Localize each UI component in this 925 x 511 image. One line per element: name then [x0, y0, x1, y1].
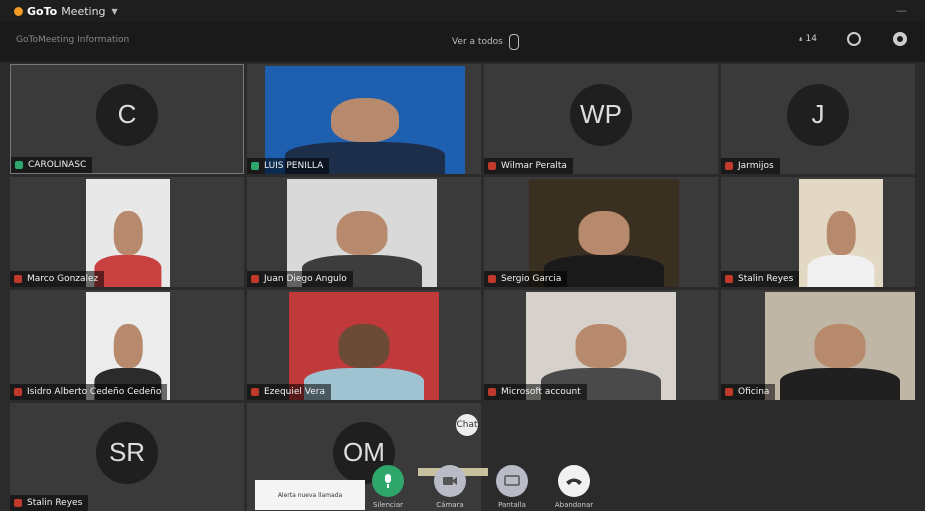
microphone-button[interactable]	[372, 465, 404, 497]
microphone-label: Silenciar	[372, 501, 404, 509]
participant-name: CAROLINASC	[28, 160, 87, 170]
microphone-muted-icon	[14, 388, 22, 396]
camera-button[interactable]	[434, 465, 466, 497]
chat-bubble[interactable]: Chat	[456, 414, 478, 436]
participant-tile[interactable]: Ezequiel Vera	[247, 290, 481, 400]
participant-tile[interactable]: J Jarmijos	[721, 64, 915, 174]
participant-name: Marco Gonzalez	[27, 274, 99, 284]
participant-avatar: C	[96, 83, 158, 146]
share-screen-button[interactable]	[496, 465, 528, 497]
microphone-icon	[251, 162, 259, 170]
participant-name: LUIS PENILLA	[264, 161, 324, 171]
participant-name-bar: Oficina	[721, 384, 776, 400]
participant-name-bar: Microsoft account	[484, 384, 587, 400]
brand-suffix: Meeting	[61, 4, 106, 18]
microphone-muted-icon	[725, 275, 733, 283]
view-all-toggle[interactable]: Ver a todos	[452, 34, 519, 50]
participant-name-bar: Juan Diego Angulo	[247, 271, 353, 287]
hang-up-icon	[566, 478, 582, 485]
top-right-icons: 14	[799, 30, 909, 48]
toggle-knob-icon	[508, 34, 519, 50]
participant-name-bar: Isidro Alberto Cedeño Cedeño	[10, 384, 168, 400]
participants-count: 14	[805, 34, 817, 44]
view-all-label: Ver a todos	[452, 37, 503, 47]
camera-icon	[443, 477, 457, 485]
meeting-info-link[interactable]: GoToMeeting Information	[16, 35, 129, 45]
participant-name-bar: Wilmar Peralta	[484, 158, 573, 174]
brand-logo-icon	[14, 6, 23, 16]
participant-name-bar: Stalin Reyes	[721, 271, 800, 287]
participant-video	[799, 179, 883, 287]
participant-name-bar: CAROLINASC	[11, 157, 93, 173]
notification-toast[interactable]: Alerta nueva llamada	[255, 480, 365, 510]
participant-name-bar: Sergio Garcia	[484, 271, 568, 287]
participant-tile[interactable]: WP Wilmar Peralta	[484, 64, 718, 174]
microphone-muted-icon	[488, 162, 496, 170]
screen-share-icon	[504, 475, 520, 486]
camera-label: Cámara	[436, 501, 464, 509]
participant-name-bar: Ezequiel Vera	[247, 384, 331, 400]
microphone-muted-icon	[488, 275, 496, 283]
participant-name-bar: Jarmijos	[721, 158, 780, 174]
app-brand[interactable]: GoTo Meeting ▼	[14, 5, 118, 18]
share-screen-label: Pantalla	[498, 501, 526, 509]
brand-name: GoTo	[27, 4, 58, 18]
microphone-icon	[15, 161, 23, 169]
participant-avatar: J	[787, 83, 849, 146]
participant-name: Wilmar Peralta	[501, 161, 567, 171]
participant-name: Isidro Alberto Cedeño Cedeño	[27, 387, 162, 397]
participant-tile[interactable]: Sergio Garcia	[484, 177, 718, 287]
participant-video	[765, 292, 915, 400]
video-grid: C CAROLINASC LUIS PENILLA WP Wilmar Pera…	[10, 64, 915, 511]
participant-tile[interactable]: LUIS PENILLA	[247, 64, 481, 174]
meeting-controls: Silenciar Cámara Pantalla Abandonar	[0, 463, 925, 511]
gear-icon[interactable]	[891, 30, 909, 48]
settings-icon[interactable]	[845, 30, 863, 48]
leave-button[interactable]	[558, 465, 590, 497]
microphone-muted-icon	[251, 275, 259, 283]
participant-name: Oficina	[738, 387, 770, 397]
participant-name: Stalin Reyes	[738, 274, 794, 284]
participant-tile[interactable]: Stalin Reyes	[721, 177, 915, 287]
microphone-muted-icon	[14, 275, 22, 283]
chevron-down-icon[interactable]: ▼	[112, 7, 118, 16]
participant-name: Jarmijos	[738, 161, 774, 171]
participant-tile[interactable]: C CAROLINASC	[10, 64, 244, 174]
participant-tile[interactable]: Marco Gonzalez	[10, 177, 244, 287]
meeting-toolbar: GoToMeeting Information Ver a todos 14	[0, 22, 925, 62]
participant-avatar: WP	[570, 83, 632, 146]
microphone-muted-icon	[725, 388, 733, 396]
participant-name-bar: LUIS PENILLA	[247, 158, 330, 174]
title-bar: GoTo Meeting ▼ —	[0, 0, 925, 22]
participant-name: Ezequiel Vera	[264, 387, 325, 397]
participant-name-bar: Marco Gonzalez	[10, 271, 105, 287]
leave-label: Abandonar	[554, 501, 594, 509]
microphone-muted-icon	[725, 162, 733, 170]
participant-tile[interactable]: Juan Diego Angulo	[247, 177, 481, 287]
participant-tile[interactable]: Oficina	[721, 290, 915, 400]
participant-name: Juan Diego Angulo	[264, 274, 347, 284]
minimize-icon[interactable]: —	[896, 4, 907, 17]
microphone-icon	[385, 474, 391, 488]
microphone-muted-icon	[251, 388, 259, 396]
participant-tile[interactable]: Microsoft account	[484, 290, 718, 400]
participant-tile[interactable]: Isidro Alberto Cedeño Cedeño	[10, 290, 244, 400]
participants-icon[interactable]: 14	[799, 30, 817, 48]
participant-name: Microsoft account	[501, 387, 581, 397]
microphone-muted-icon	[488, 388, 496, 396]
participant-name: Sergio Garcia	[501, 274, 562, 284]
